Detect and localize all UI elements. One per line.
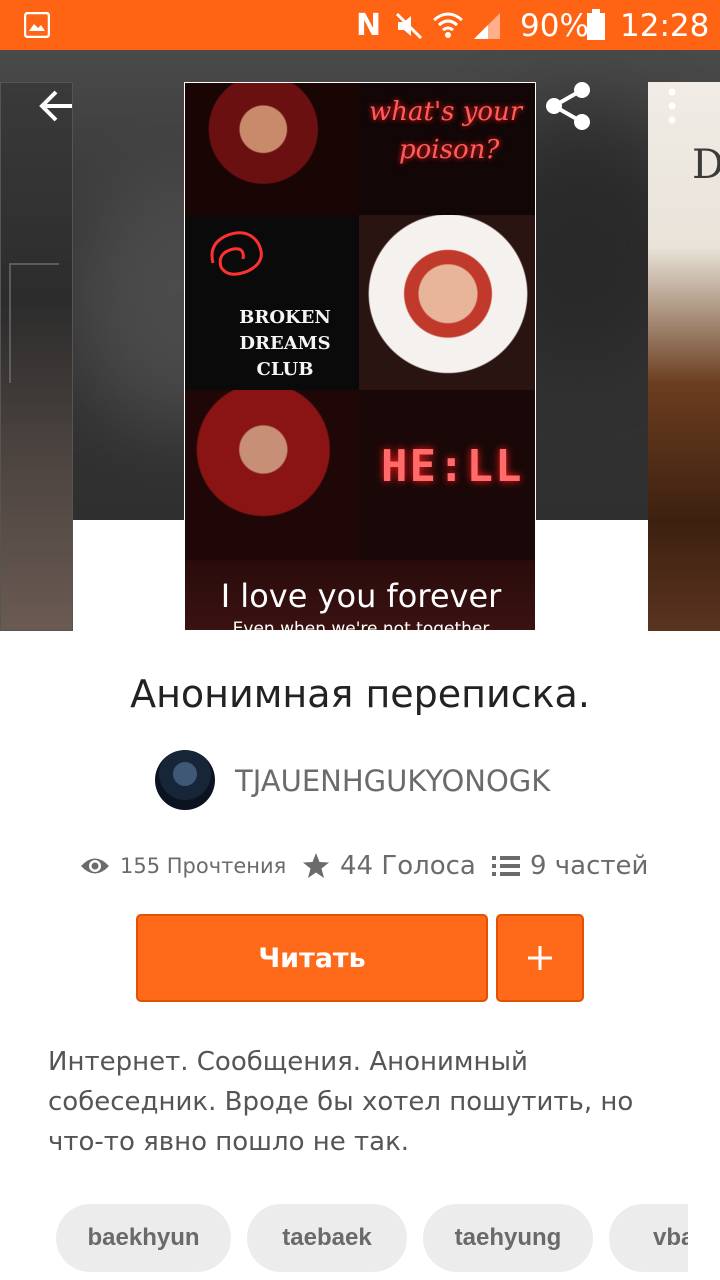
cover-neon-sign: HE:LL xyxy=(381,441,524,492)
cover-subcaption: Even when we're not together xyxy=(232,619,490,631)
author-name[interactable]: TJAUENHGUKYONOGK xyxy=(235,764,550,798)
wifi-icon xyxy=(433,12,463,38)
story-title: Анонимная переписка. xyxy=(130,672,590,716)
previous-story-cover[interactable] xyxy=(0,82,73,631)
star-icon xyxy=(303,853,329,878)
cover-letter: D xyxy=(692,142,720,188)
plus-icon xyxy=(528,946,552,970)
more-vertical-icon[interactable] xyxy=(658,86,686,126)
reads-count: 155 Прочтения xyxy=(120,854,287,878)
battery-percentage: 90% xyxy=(520,8,589,44)
cover-neon-text: what's your xyxy=(369,97,523,127)
gallery-icon xyxy=(24,12,50,38)
votes-stat: 44 Голоса xyxy=(302,850,476,882)
battery-icon xyxy=(587,9,605,40)
cover-art xyxy=(9,263,59,383)
tag-chip[interactable]: taebaek xyxy=(247,1204,407,1272)
parts-count: 9 частей xyxy=(530,851,649,881)
reads-stat: 155 Прочтения xyxy=(80,850,286,882)
cover-club-text: BROKEN DREAMS CLUB xyxy=(239,307,331,380)
nfc-icon: N xyxy=(356,8,382,43)
cover-tile xyxy=(359,215,535,390)
story-cover[interactable]: what's your poison? BROKEN DREAMS CLUB H… xyxy=(184,82,536,631)
parts-stat: 9 частей xyxy=(492,850,648,882)
add-to-library-button[interactable] xyxy=(496,914,584,1002)
votes-count: 44 Голоса xyxy=(340,851,476,881)
next-story-cover[interactable]: D xyxy=(648,82,720,631)
mute-icon xyxy=(395,12,423,40)
cover-tile xyxy=(185,390,359,560)
share-button[interactable] xyxy=(542,80,594,132)
cover-caption: I love you forever xyxy=(220,577,502,615)
status-bar: N 90% 12:28 xyxy=(0,0,720,50)
author-avatar[interactable] xyxy=(155,750,215,810)
tag-chip[interactable]: vba xyxy=(609,1204,688,1272)
cover-neon-text: poison? xyxy=(399,135,500,165)
rose-icon xyxy=(210,231,263,276)
tag-chip[interactable]: taehyung xyxy=(423,1204,593,1272)
tag-chip[interactable]: baekhyun xyxy=(56,1204,231,1272)
clock: 12:28 xyxy=(620,8,710,44)
read-button[interactable]: Читать xyxy=(136,914,488,1002)
list-icon xyxy=(492,856,520,876)
eye-icon xyxy=(81,858,109,874)
signal-icon xyxy=(474,13,500,39)
story-description: Интернет. Сообщения. Анонимный собеседни… xyxy=(48,1047,634,1157)
cover-tile xyxy=(185,83,359,215)
back-button[interactable] xyxy=(36,86,76,126)
tag-list: baekhyun taebaek taehyung vba xyxy=(56,1204,688,1272)
